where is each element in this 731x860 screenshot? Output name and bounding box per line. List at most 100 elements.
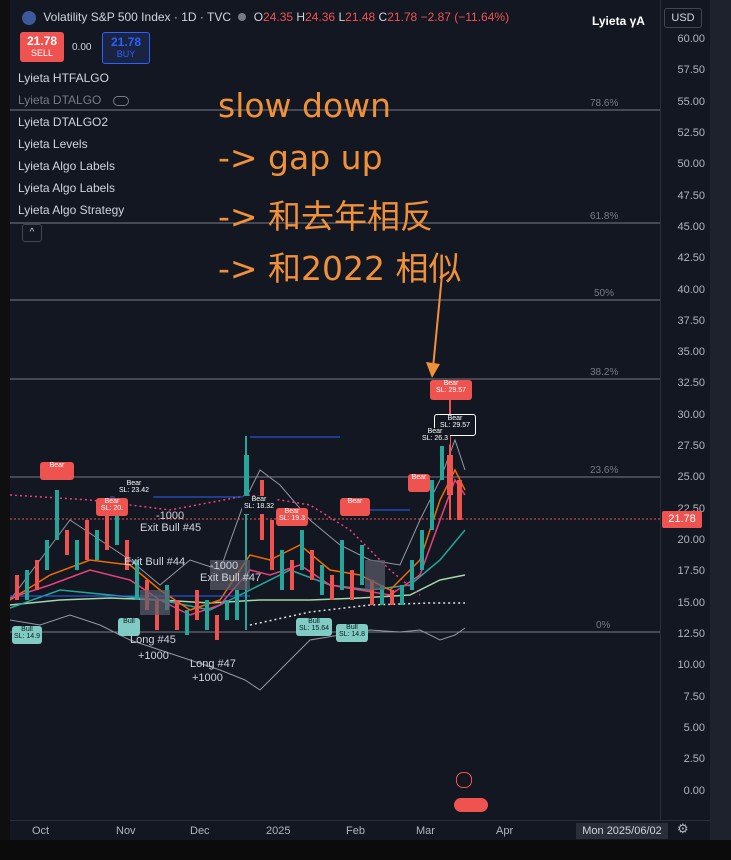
bottom-bar [0, 840, 731, 860]
sell-price: 21.78 [26, 34, 58, 48]
indicator-htfalgo[interactable]: Lyieta HTFALGO [18, 71, 109, 85]
month-label: Nov [116, 825, 136, 837]
indicator-dtalgo[interactable]: Lyieta DTALGO [18, 93, 129, 107]
sl-text: SL: 15.64 [299, 625, 329, 632]
exit-label: Exit Bull #47 [200, 572, 262, 584]
time-axis[interactable]: Oct Nov Dec 2025 Feb Mar Apr Mon 2025/06… [10, 820, 710, 841]
indicator-dtalgo2[interactable]: Lyieta DTALGO2 [18, 115, 108, 129]
order-qty-label: -1000 [156, 510, 185, 522]
price-tick: 55.00 [677, 96, 705, 108]
bear-text: Bear [284, 508, 300, 515]
sell-button[interactable]: 21.78 SELL [20, 32, 64, 62]
price-tick: 32.50 [677, 377, 705, 389]
high-label: H [296, 10, 306, 24]
lightning-icon[interactable] [456, 772, 472, 788]
zone-box [140, 590, 170, 615]
market-status-icon [238, 13, 247, 21]
price-tick: 30.00 [677, 409, 705, 421]
bear-text: Bear [49, 462, 65, 469]
bull-text: Bull [123, 618, 135, 625]
high-value: 24.36 [305, 10, 336, 24]
month-label: Dec [190, 825, 210, 837]
order-qty-label: +1000 [192, 672, 223, 684]
price-tick: 37.50 [677, 315, 705, 327]
long-label: Long #45 [130, 634, 176, 646]
bear-label: Bear [340, 498, 370, 516]
month-label: Mar [416, 825, 435, 837]
flag-toggle-icon[interactable] [454, 798, 488, 812]
price-tick: 40.00 [677, 284, 705, 296]
price-tick: 27.50 [677, 440, 705, 452]
bull-label: Bull SL: 14.9 [12, 626, 42, 644]
bear-label: Bear [40, 462, 74, 480]
bull-text: Bull [346, 624, 358, 631]
close-label: C [378, 10, 388, 24]
sl-text: SL: 19.3 [278, 515, 306, 522]
bull-label: Bull SL: 14.8 [336, 624, 368, 642]
price-tick: 20.00 [677, 534, 705, 546]
eye-off-icon[interactable] [112, 95, 129, 106]
buy-label: BUY [116, 49, 136, 59]
bear-text: Bear [347, 498, 363, 505]
indicator-label: Lyieta DTALGO [18, 93, 102, 107]
symbol-legend[interactable]: Volatility S&P 500 Index · 1D · TVC O24.… [22, 10, 509, 25]
bear-label: Bear SL: 23.42 [114, 480, 154, 498]
price-tick: 15.00 [677, 597, 705, 609]
fib-label: 0% [596, 620, 611, 631]
price-tick: 47.50 [677, 190, 705, 202]
indicator-algo-labels-2[interactable]: Lyieta Algo Labels [18, 181, 115, 195]
bear-text: Bear [411, 474, 427, 481]
flag-icon [22, 10, 36, 25]
open-value: 24.35 [263, 10, 294, 24]
crosshair-date: Mon 2025/06/02 [576, 823, 668, 839]
annotation-line-2: -> gap up [218, 138, 383, 177]
price-axis[interactable]: 60.00 57.50 55.00 52.50 50.00 47.50 45.0… [660, 0, 711, 820]
price-tick: 10.00 [677, 659, 705, 671]
sl-text: SL: 20. [100, 505, 124, 512]
buy-button[interactable]: 21.78 BUY [102, 32, 150, 64]
bear-text: Bear [251, 496, 267, 503]
last-candle [457, 480, 462, 520]
change-value: −2.87 (−11.64%) [420, 10, 510, 24]
bull-text: Bull [21, 626, 33, 633]
buy-price: 21.78 [110, 35, 142, 49]
bear-text: Bear [427, 428, 443, 435]
bear-label: Bear SL: 18.32 [242, 496, 276, 514]
bear-label: Bear SL: 19.3 [276, 508, 308, 526]
indicator-levels[interactable]: Lyieta Levels [18, 137, 88, 151]
month-label: Oct [32, 825, 50, 837]
sl-text: SL: 29.57 [436, 387, 466, 394]
price-tick: 60.00 [677, 33, 705, 45]
candles-group [15, 440, 444, 640]
price-tick: 0.00 [683, 785, 705, 797]
price-tick: 42.50 [677, 252, 705, 264]
annotation-arrow-head [426, 362, 440, 378]
right-toolbar[interactable] [710, 0, 731, 860]
bear-text: Bear [126, 480, 142, 487]
currency-selector[interactable]: USD [664, 8, 702, 28]
fib-label: 61.8% [590, 211, 619, 222]
sl-text: SL: 23.42 [119, 487, 149, 494]
bear-label: Bear SL: 26.3 [420, 428, 450, 446]
price-tick: 45.00 [677, 221, 705, 233]
bull-text: Bull [308, 618, 320, 625]
bear-text: Bear [443, 380, 459, 387]
indicator-algo-labels[interactable]: Lyieta Algo Labels [18, 159, 115, 173]
chart-toggle-icons[interactable] [454, 772, 488, 812]
price-tick: 57.50 [677, 64, 705, 76]
fib-label: 50% [594, 288, 615, 299]
month-label: Apr [496, 825, 514, 837]
lower-band [10, 614, 466, 691]
indicator-algo-strategy[interactable]: Lyieta Algo Strategy [18, 203, 124, 217]
gear-icon[interactable]: ⚙ [677, 821, 689, 837]
trend-dotted-white [249, 602, 465, 626]
zone-box [365, 560, 385, 590]
long-label: Long #47 [190, 658, 236, 670]
collapse-legend-button[interactable]: ^ [22, 224, 42, 242]
sell-label: SELL [30, 48, 54, 58]
close-value: 21.78 [387, 10, 418, 24]
bear-label: Bear SL: 29.57 [430, 380, 472, 400]
exit-label: Exit Bull #44 [124, 556, 186, 568]
symbol-title: Volatility S&P 500 Index · 1D · TVC [43, 10, 231, 24]
open-label: O [253, 10, 264, 24]
